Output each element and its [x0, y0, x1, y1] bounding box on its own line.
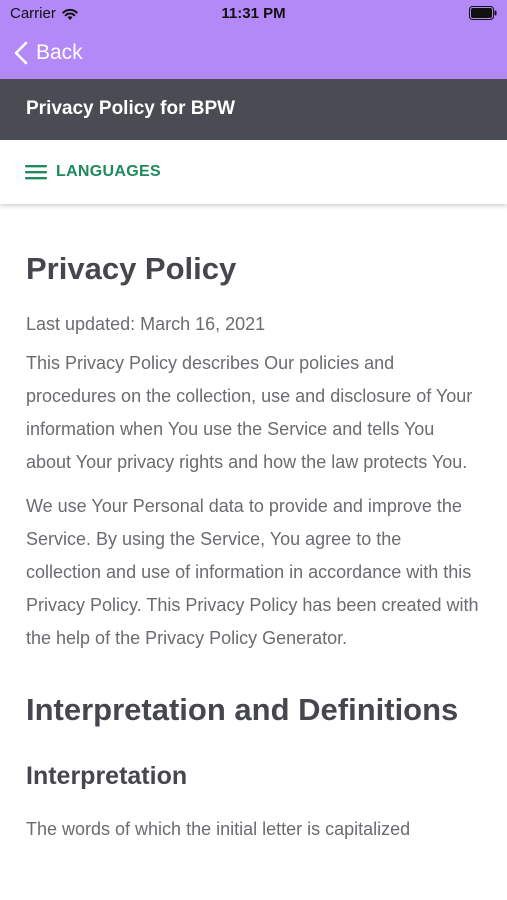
back-label: Back [36, 41, 83, 64]
languages-label: LANGUAGES [56, 163, 161, 180]
title-bar: Privacy Policy for BPW [0, 79, 507, 140]
section-heading: Interpretation and Definitions [26, 692, 459, 727]
back-button[interactable]: Back [14, 38, 83, 68]
status-time: 11:31 PM [221, 5, 286, 22]
languages-menu-button[interactable]: LANGUAGES [0, 140, 507, 204]
hamburger-menu-icon [25, 164, 47, 180]
top-bar: Carrier 11:31 PM Back [0, 0, 507, 79]
chevron-left-icon [14, 41, 28, 65]
status-bar: Carrier 11:31 PM [0, 0, 507, 26]
policy-content[interactable]: Privacy Policy Last updated: March 16, 2… [0, 204, 507, 900]
intro-paragraph: This Privacy Policy describes Our polici… [26, 353, 473, 472]
document-heading: Privacy Policy [26, 251, 237, 286]
battery-full-icon [469, 6, 497, 20]
last-updated-text: Last updated: March 16, 2021 [26, 314, 266, 334]
interpretation-paragraph: The words of which the initial letter is… [26, 819, 411, 839]
subsection-heading: Interpretation [26, 762, 188, 790]
usage-paragraph: We use Your Personal data to provide and… [26, 496, 479, 648]
page-title: Privacy Policy for BPW [26, 98, 236, 119]
